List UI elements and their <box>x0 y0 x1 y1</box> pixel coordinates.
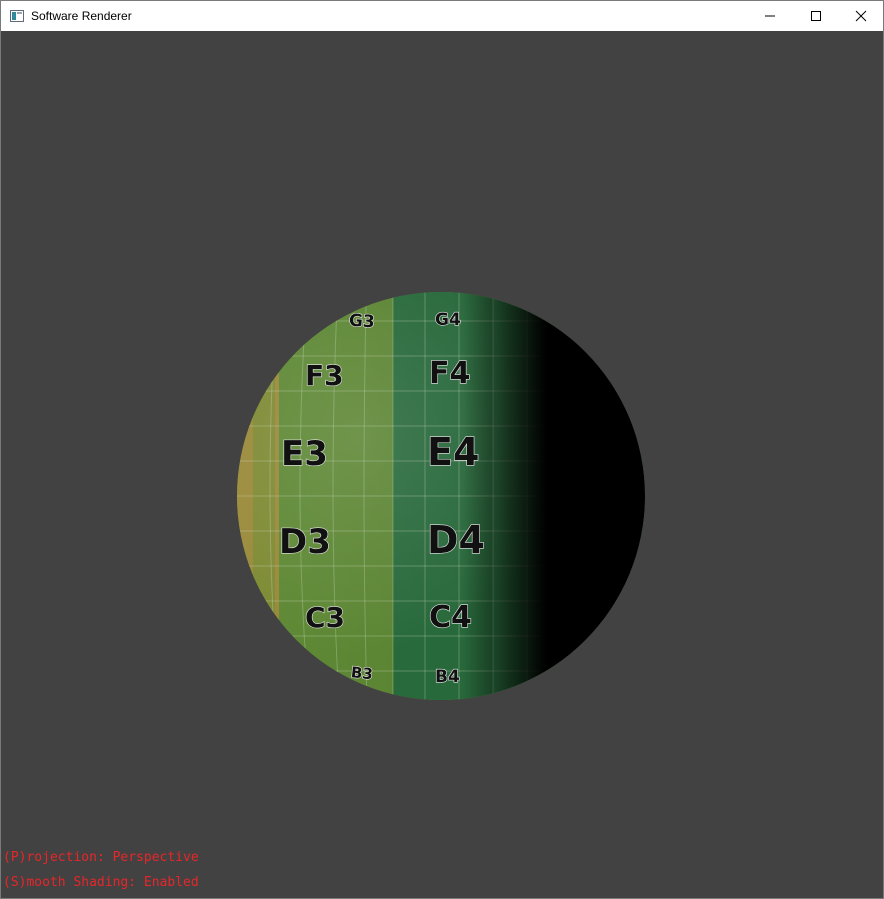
close-icon <box>855 10 867 22</box>
label-e3: E3 <box>281 434 328 474</box>
label-d3: D3 <box>279 522 331 562</box>
minimize-button[interactable] <box>747 1 793 31</box>
close-button[interactable] <box>838 1 884 31</box>
app-window: Software Renderer G3 G4 F3 F4 E3 E4 D3 D… <box>0 0 884 899</box>
label-g4: G4 <box>435 310 461 330</box>
maximize-button[interactable] <box>793 1 839 31</box>
render-viewport[interactable]: G3 G4 F3 F4 E3 E4 D3 D4 C3 C4 B3 B4 (P)r… <box>1 31 883 898</box>
label-f3: F3 <box>305 359 344 392</box>
window-title: Software Renderer <box>31 9 132 23</box>
label-e4: E4 <box>427 430 479 474</box>
hud-smooth-shading: (S)mooth Shading: Enabled <box>3 875 199 890</box>
label-c3: C3 <box>305 601 345 634</box>
hud-projection: (P)rojection: Perspective <box>3 850 199 865</box>
label-f4: F4 <box>429 356 470 391</box>
label-c4: C4 <box>429 600 472 635</box>
label-b3: B3 <box>350 663 374 683</box>
minimize-icon <box>765 15 775 17</box>
app-icon <box>10 9 24 22</box>
label-b4: B4 <box>435 667 460 687</box>
textured-sphere: G3 G4 F3 F4 E3 E4 D3 D4 C3 C4 B3 B4 <box>237 292 645 700</box>
title-bar[interactable]: Software Renderer <box>1 1 883 31</box>
label-g3: G3 <box>348 311 375 333</box>
label-d4: D4 <box>427 518 485 562</box>
maximize-icon <box>811 11 821 21</box>
